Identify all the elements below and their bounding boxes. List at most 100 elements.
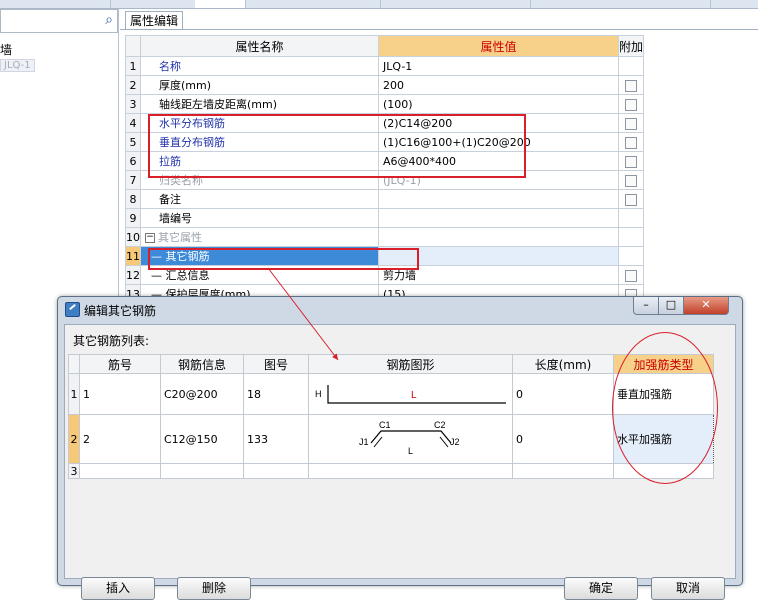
row-number: 11 xyxy=(125,246,141,266)
toolbar-separator xyxy=(710,0,711,8)
length-cell[interactable] xyxy=(512,463,614,479)
col-bar-info: 钢筋信息 xyxy=(160,354,244,374)
row-number: 2 xyxy=(125,75,141,95)
attach-checkbox[interactable] xyxy=(625,193,637,206)
row-number: 9 xyxy=(125,208,141,228)
shape-label-c1: C1 xyxy=(379,420,391,430)
figure-no-cell[interactable]: 133 xyxy=(243,414,309,464)
dialog-title: 编辑其它钢筋 xyxy=(84,304,157,318)
col-length: 长度(mm) xyxy=(512,354,614,374)
tab-property-edit[interactable]: 属性编辑 xyxy=(125,11,184,30)
property-name-label: 名称 xyxy=(159,60,181,73)
property-value-cell[interactable]: 200 xyxy=(378,75,619,95)
table-row[interactable]: 3 轴线距左墙皮距离(mm) (100) xyxy=(125,94,645,114)
attach-checkbox[interactable] xyxy=(625,136,637,149)
property-name-label: 汇总信息 xyxy=(165,269,210,282)
property-name-label: 备注 xyxy=(159,193,181,206)
header-extra: 附加 xyxy=(617,35,645,57)
cancel-button[interactable]: 取消 xyxy=(651,577,725,600)
header-property-name: 属性名称 xyxy=(140,35,379,57)
property-value-cell[interactable] xyxy=(378,189,619,209)
attach-checkbox[interactable] xyxy=(625,269,637,282)
attach-cell xyxy=(617,56,645,76)
search-icon[interactable]: ⌕ xyxy=(105,12,113,28)
row-number: 4 xyxy=(125,113,141,133)
attach-cell[interactable] xyxy=(617,75,645,95)
property-name-cell[interactable]: − 其它属性 xyxy=(140,227,379,247)
property-name-label: 墙编号 xyxy=(159,212,192,225)
property-name-cell[interactable]: 名称 xyxy=(140,56,379,76)
row-number: 1 xyxy=(68,373,80,415)
length-cell[interactable]: 0 xyxy=(512,414,614,464)
attach-cell[interactable] xyxy=(617,189,645,209)
attach-cell xyxy=(617,227,645,247)
attach-checkbox[interactable] xyxy=(625,79,637,92)
property-name-cell[interactable]: 厚度(mm) xyxy=(140,75,379,95)
tab-divider xyxy=(120,29,758,30)
attach-cell[interactable] xyxy=(617,170,645,190)
bar-info-cell[interactable]: C12@150 xyxy=(160,414,244,464)
table-row[interactable]: 9 墙编号 xyxy=(125,208,645,228)
row-number: 2 xyxy=(68,414,80,464)
bar-shape-cell[interactable]: C1 C2 J1 J2 L xyxy=(308,414,513,464)
toolbar-tab[interactable] xyxy=(195,0,246,8)
property-value-cell[interactable]: (100) xyxy=(378,94,619,114)
table-row[interactable]: 1 名称 JLQ-1 xyxy=(125,56,645,76)
attach-cell[interactable] xyxy=(617,113,645,133)
table-row[interactable]: 10− 其它属性 xyxy=(125,227,645,247)
attach-checkbox[interactable] xyxy=(625,98,637,111)
property-name-cell[interactable]: 轴线距左墙皮距离(mm) xyxy=(140,94,379,114)
ok-button[interactable]: 确定 xyxy=(564,577,638,600)
maximize-button[interactable]: □ xyxy=(658,297,684,315)
property-value-cell[interactable] xyxy=(378,208,619,228)
tree-search-input[interactable]: ⌕ xyxy=(0,9,118,33)
bar-no-cell[interactable]: 1 xyxy=(79,373,161,415)
highlight-box-rebar-rows xyxy=(148,114,526,178)
grid-header-row: 属性名称 属性值 附加 xyxy=(125,35,645,57)
col-figure-no: 图号 xyxy=(243,354,309,374)
property-name-cell[interactable]: 备注 xyxy=(140,189,379,209)
tree-item-wall[interactable]: 墙 xyxy=(0,41,12,58)
attach-cell[interactable] xyxy=(617,151,645,171)
attach-cell[interactable] xyxy=(617,132,645,152)
annotation-ellipse xyxy=(612,332,718,484)
minimize-button[interactable]: – xyxy=(633,297,659,315)
table-row[interactable]: 2 厚度(mm) 200 xyxy=(125,75,645,95)
row-number: 6 xyxy=(125,151,141,171)
attach-cell[interactable] xyxy=(617,94,645,114)
property-name-label: 其它属性 xyxy=(158,231,202,244)
bar-shape-cell[interactable]: H L xyxy=(308,373,513,415)
bar-info-cell[interactable]: C20@200 xyxy=(160,373,244,415)
shape-vertical-bar: H L xyxy=(315,385,506,404)
tree-item-sub[interactable]: JLQ-1 xyxy=(0,59,35,72)
bar-no-cell[interactable] xyxy=(79,463,161,479)
property-value-cell[interactable]: JLQ-1 xyxy=(378,56,619,76)
property-value-cell[interactable] xyxy=(378,227,619,247)
toolbar-separator xyxy=(380,0,381,8)
figure-no-cell[interactable]: 18 xyxy=(243,373,309,415)
shape-bent-bar: C1 C2 J1 J2 L xyxy=(359,420,460,456)
table-row[interactable]: 8 备注 xyxy=(125,189,645,209)
attach-checkbox[interactable] xyxy=(625,174,637,187)
header-corner xyxy=(125,35,141,57)
bar-shape-cell[interactable] xyxy=(308,463,513,479)
property-name-cell[interactable]: 墙编号 xyxy=(140,208,379,228)
attach-checkbox[interactable] xyxy=(625,155,637,168)
attach-checkbox[interactable] xyxy=(625,117,637,130)
attach-cell[interactable] xyxy=(617,265,645,285)
delete-button[interactable]: 删除 xyxy=(177,577,251,600)
collapse-toggle-icon[interactable]: − xyxy=(145,233,155,243)
table-row[interactable]: 3 xyxy=(68,463,714,479)
length-cell[interactable]: 0 xyxy=(512,373,614,415)
bar-no-cell[interactable]: 2 xyxy=(79,414,161,464)
insert-button[interactable]: 插入 xyxy=(81,577,155,600)
shape-label-l: L xyxy=(411,390,417,401)
dialog-title-bar[interactable]: 编辑其它钢筋 – □ ✕ xyxy=(58,297,742,321)
tree-branch-icon: — xyxy=(151,269,166,282)
figure-no-cell[interactable] xyxy=(243,463,309,479)
bar-info-cell[interactable] xyxy=(160,463,244,479)
close-button[interactable]: ✕ xyxy=(683,297,729,315)
header-property-value: 属性值 xyxy=(378,35,619,57)
shape-label-l: L xyxy=(408,446,413,456)
row-number: 3 xyxy=(68,463,80,479)
